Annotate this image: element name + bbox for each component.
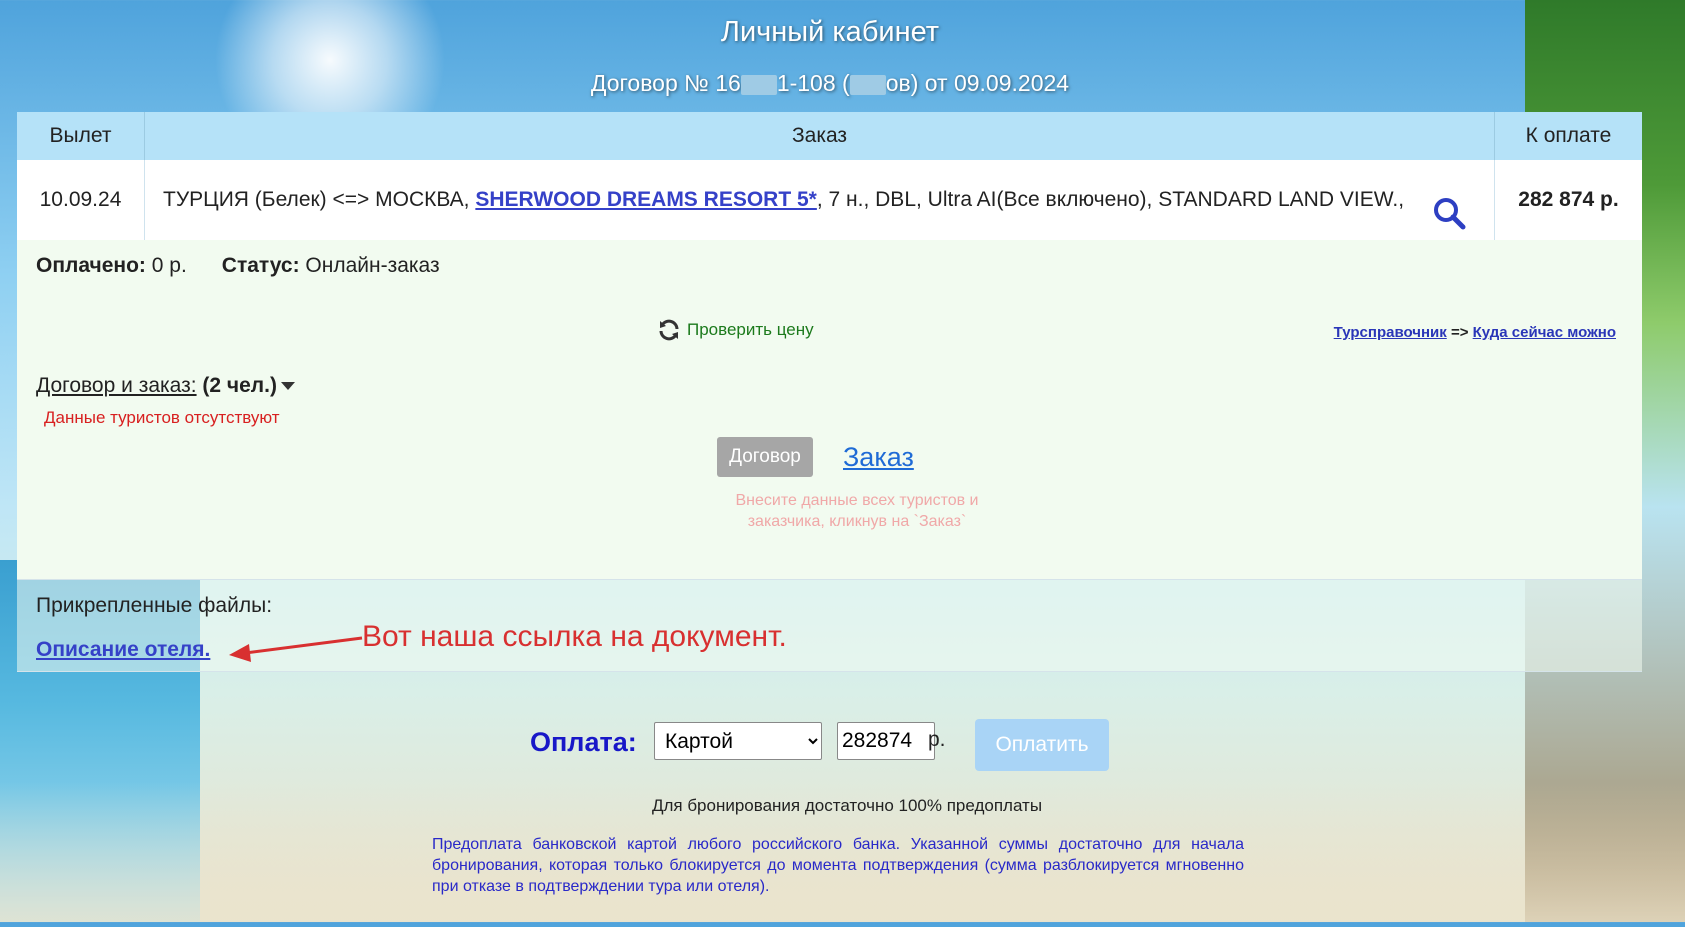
column-header-amount: К оплате <box>1494 112 1642 160</box>
contract-order-toggle[interactable]: Договор и заказ: (2 чел.) <box>36 374 295 398</box>
no-tourists-warning: Данные туристов отсутствуют <box>44 408 280 427</box>
status-label: Статус: <box>221 254 300 277</box>
contract-toggle-label: Договор и заказ: <box>36 374 197 397</box>
order-details: , 7 н., DBL, Ultra AI(Все включено), STA… <box>816 188 1405 211</box>
check-price-label: Проверить цену <box>687 320 814 339</box>
prepay-note: Для бронирования достаточно 100% предопл… <box>651 796 1043 815</box>
contract-header: Договор № 16 1-108 ( ов) от 09.09.2024 <box>0 70 1660 97</box>
order-route: ТУРЦИЯ (Белек) <=> МОСКВА, <box>163 188 476 211</box>
paid-label: Оплачено: <box>36 254 146 277</box>
cabinet-panel: Вылет Заказ К оплате 10.09.24 ТУРЦИЯ (Бе… <box>17 112 1642 895</box>
fill-data-hint: Внесите данные всех туристов и заказчика… <box>735 492 979 530</box>
guide-arrow: => <box>1450 324 1469 341</box>
annotation-arrow-icon <box>229 636 363 662</box>
contract-button[interactable]: Договор <box>717 437 813 477</box>
payment-amount-input[interactable] <box>837 722 935 760</box>
guide-link[interactable]: Турсправочник <box>1334 324 1447 341</box>
amount-due: 282 874 р. <box>1518 188 1619 211</box>
chevron-down-icon <box>280 382 295 391</box>
payment-currency: р. <box>928 728 946 751</box>
contract-suffix: ов) от 09.09.2024 <box>885 70 1070 96</box>
refresh-icon <box>659 319 679 341</box>
attached-files-title: Прикрепленные файлы: <box>36 594 273 617</box>
column-header-order: Заказ <box>144 112 1495 160</box>
redacted-mask <box>849 74 886 95</box>
redacted-mask <box>740 74 777 95</box>
status-value: Онлайн-заказ <box>305 254 440 277</box>
where-now-link[interactable]: Куда сейчас можно <box>1473 324 1616 341</box>
annotation-text: Вот наша ссылка на документ. <box>362 620 787 653</box>
page-title: Личный кабинет <box>720 16 940 48</box>
hotel-link[interactable]: SHERWOOD DREAMS RESORT 5* <box>475 188 817 211</box>
hotel-description-link[interactable]: Описание отеля. <box>36 638 210 662</box>
order-table: Вылет Заказ К оплате 10.09.24 ТУРЦИЯ (Бе… <box>17 112 1642 240</box>
paid-status-line: Оплачено: 0 р. Статус: Онлайн-заказ <box>36 254 440 278</box>
check-price-button[interactable]: Проверить цену <box>657 318 814 342</box>
table-row: 10.09.24 ТУРЦИЯ (Белек) <=> МОСКВА, SHER… <box>17 160 1642 240</box>
pay-button[interactable]: Оплатить <box>975 719 1109 771</box>
contract-toggle-count: (2 чел.) <box>202 374 277 397</box>
payment-label: Оплата: <box>530 727 637 757</box>
contract-mid: 1-108 ( <box>776 70 850 96</box>
order-description: ТУРЦИЯ (Белек) <=> МОСКВА, SHERWOOD DREA… <box>144 160 1495 240</box>
contract-prefix: Договор № 16 <box>590 70 741 96</box>
departure-date: 10.09.24 <box>17 160 145 240</box>
search-icon[interactable] <box>1432 196 1466 230</box>
payment-method-select[interactable]: Картой <box>654 722 822 760</box>
order-table-header: Вылет Заказ К оплате <box>17 112 1642 160</box>
order-link[interactable]: Заказ <box>843 442 914 473</box>
guide-links: Турсправочник => Куда сейчас можно <box>1334 324 1616 341</box>
attached-files-section: Прикрепленные файлы: Описание отеля. Вот… <box>17 580 1642 672</box>
column-header-departure: Вылет <box>17 112 145 160</box>
paid-value: 0 р. <box>151 254 187 277</box>
payment-section: Оплата: Картой р. Оплатить Для бронирова… <box>17 697 1642 927</box>
bank-card-note: Предоплата банковской картой любого росс… <box>432 836 1244 895</box>
order-info-section: Оплачено: 0 р. Статус: Онлайн-заказ Пров… <box>17 240 1642 580</box>
